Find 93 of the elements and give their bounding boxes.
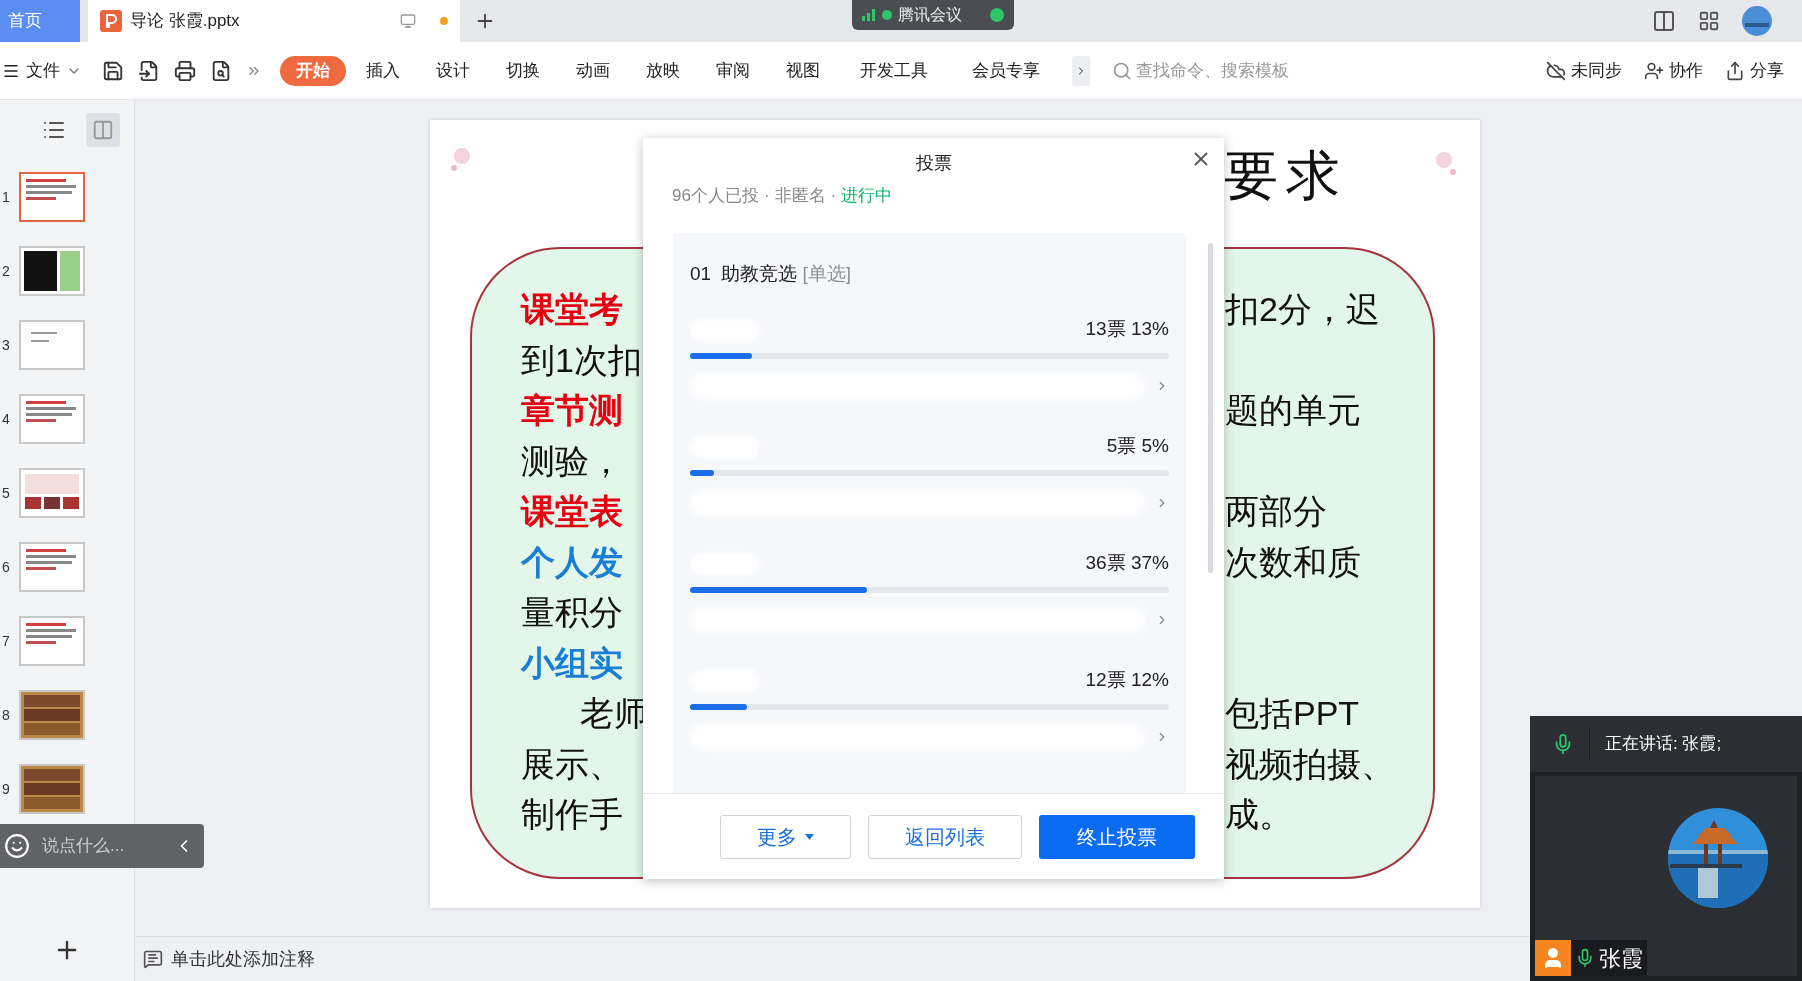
- meeting-title: 腾讯会议: [898, 5, 962, 25]
- notes-icon: [143, 949, 163, 969]
- slide-number: 2: [2, 261, 11, 281]
- slide-thumbnail[interactable]: [19, 246, 85, 296]
- slide-text: 两部分: [1225, 494, 1327, 529]
- preview-icon[interactable]: [210, 59, 232, 82]
- ribbon-tab[interactable]: 切换: [490, 55, 556, 86]
- ribbon-tab[interactable]: 开发工具: [840, 55, 948, 86]
- more-dropdown-button[interactable]: 更多: [720, 814, 851, 859]
- slide-text: 到1次扣: [521, 340, 642, 379]
- slide-text: 制作手: [521, 795, 623, 834]
- slide-number: 4: [2, 409, 11, 429]
- document-title: 导论 张霞.pptx: [130, 10, 240, 33]
- share-icon: [1725, 60, 1745, 81]
- slide-thumbnail[interactable]: [19, 690, 85, 740]
- slide-text: 包括PPT: [1225, 696, 1360, 731]
- person-add-icon: [1644, 60, 1664, 81]
- slide-text: 视频拍摄、: [1225, 746, 1395, 781]
- ribbon-tab[interactable]: 动画: [560, 55, 626, 86]
- monitor-icon: [400, 13, 416, 29]
- user-icon: [1535, 940, 1571, 976]
- slide-text: 扣2分，迟: [1225, 292, 1380, 327]
- slide-number: 3: [2, 335, 11, 355]
- slide-text: 课堂表: [521, 492, 623, 531]
- vote-result: 36票 37%: [1085, 551, 1169, 576]
- chat-placeholder: 说点什么...: [42, 835, 125, 858]
- microphone-icon: [1575, 948, 1595, 968]
- export-icon[interactable]: [138, 59, 160, 82]
- slide-number: 9: [2, 779, 11, 799]
- document-tab[interactable]: 导论 张霞.pptx: [88, 0, 460, 42]
- slide-text: 个人发: [521, 542, 623, 581]
- slide-number: 5: [2, 483, 11, 503]
- chat-bar[interactable]: 说点什么...: [0, 824, 204, 868]
- smiley-icon: [4, 833, 30, 859]
- slide-thumbnail[interactable]: [19, 616, 85, 666]
- question-title: 助教竞选 [单选]: [721, 262, 851, 286]
- participant-name: 张霞: [1598, 944, 1644, 973]
- signal-icon: [862, 9, 876, 21]
- speaking-label: 正在讲话: 张霞;: [1605, 733, 1722, 756]
- slide-text: 测验，: [521, 441, 623, 480]
- separator: ·: [763, 185, 770, 207]
- slide-text: 题的单元: [1225, 393, 1361, 428]
- search-icon: [1112, 60, 1132, 81]
- slide-number: 6: [2, 557, 11, 577]
- toolbar-action[interactable]: 未同步: [1571, 57, 1622, 84]
- layout-icon[interactable]: [1652, 9, 1676, 33]
- vote-count: 96个人已投: [672, 185, 759, 207]
- slide-text: 次数和质: [1225, 544, 1361, 579]
- slide-text: 展示、: [521, 744, 623, 783]
- ribbon-tab[interactable]: 设计: [420, 55, 486, 86]
- slide-thumbnail[interactable]: [19, 468, 85, 518]
- end-poll-button[interactable]: 终止投票: [1039, 814, 1195, 859]
- vote-result: 5票 5%: [1106, 434, 1169, 459]
- anonymity-label: 非匿名: [774, 185, 826, 207]
- question-number: 01: [690, 262, 712, 286]
- toolbar-action[interactable]: 协作: [1669, 57, 1703, 84]
- print-icon[interactable]: [174, 59, 196, 82]
- back-to-list-button[interactable]: 返回列表: [868, 814, 1022, 859]
- slide-text: 章节测: [521, 391, 623, 430]
- dialog-title: 投票: [915, 152, 952, 175]
- slide-text: 课堂考: [521, 290, 623, 329]
- slide-thumbnail[interactable]: [19, 172, 85, 222]
- slide-title: 要求: [1224, 148, 1348, 202]
- slide-text: 量积分: [521, 593, 623, 632]
- slide-thumbnail[interactable]: [19, 394, 85, 444]
- file-menu[interactable]: 文件: [0, 57, 88, 84]
- vote-result: 13票 13%: [1085, 317, 1169, 342]
- scrollbar-thumb[interactable]: [1208, 243, 1213, 573]
- save-icon[interactable]: [102, 59, 124, 82]
- slide-thumbnail[interactable]: [19, 320, 85, 370]
- caret-icon: [805, 833, 814, 840]
- slide-number: 7: [2, 631, 11, 651]
- slide-thumbnail[interactable]: [19, 764, 85, 814]
- avatar-icon[interactable]: [1742, 6, 1772, 36]
- ribbon-tab[interactable]: 放映: [630, 55, 696, 86]
- meeting-badge[interactable]: 腾讯会议: [852, 0, 1014, 30]
- ribbon-tab[interactable]: 插入: [350, 55, 416, 86]
- ribbon-tab[interactable]: 会员专享: [952, 55, 1060, 86]
- ribbon-tab[interactable]: 视图: [770, 55, 836, 86]
- toolbar-action[interactable]: 分享: [1750, 57, 1784, 84]
- slide-text: 成。: [1225, 797, 1293, 832]
- ribbon-tab[interactable]: 审阅: [700, 55, 766, 86]
- separator: ·: [830, 185, 837, 207]
- notes-placeholder[interactable]: 单击此处添加注释: [171, 945, 315, 973]
- slide-number: 8: [2, 705, 11, 725]
- vote-result: 12票 12%: [1085, 668, 1169, 693]
- slide-thumbnail[interactable]: [19, 542, 85, 592]
- slide-text: 小组实: [521, 643, 623, 682]
- slide-number: 1: [2, 187, 11, 207]
- poll-status: 进行中: [841, 185, 893, 207]
- grid-icon[interactable]: [1698, 10, 1720, 32]
- presentation-icon: [100, 10, 122, 32]
- cloud-icon: [1546, 60, 1566, 81]
